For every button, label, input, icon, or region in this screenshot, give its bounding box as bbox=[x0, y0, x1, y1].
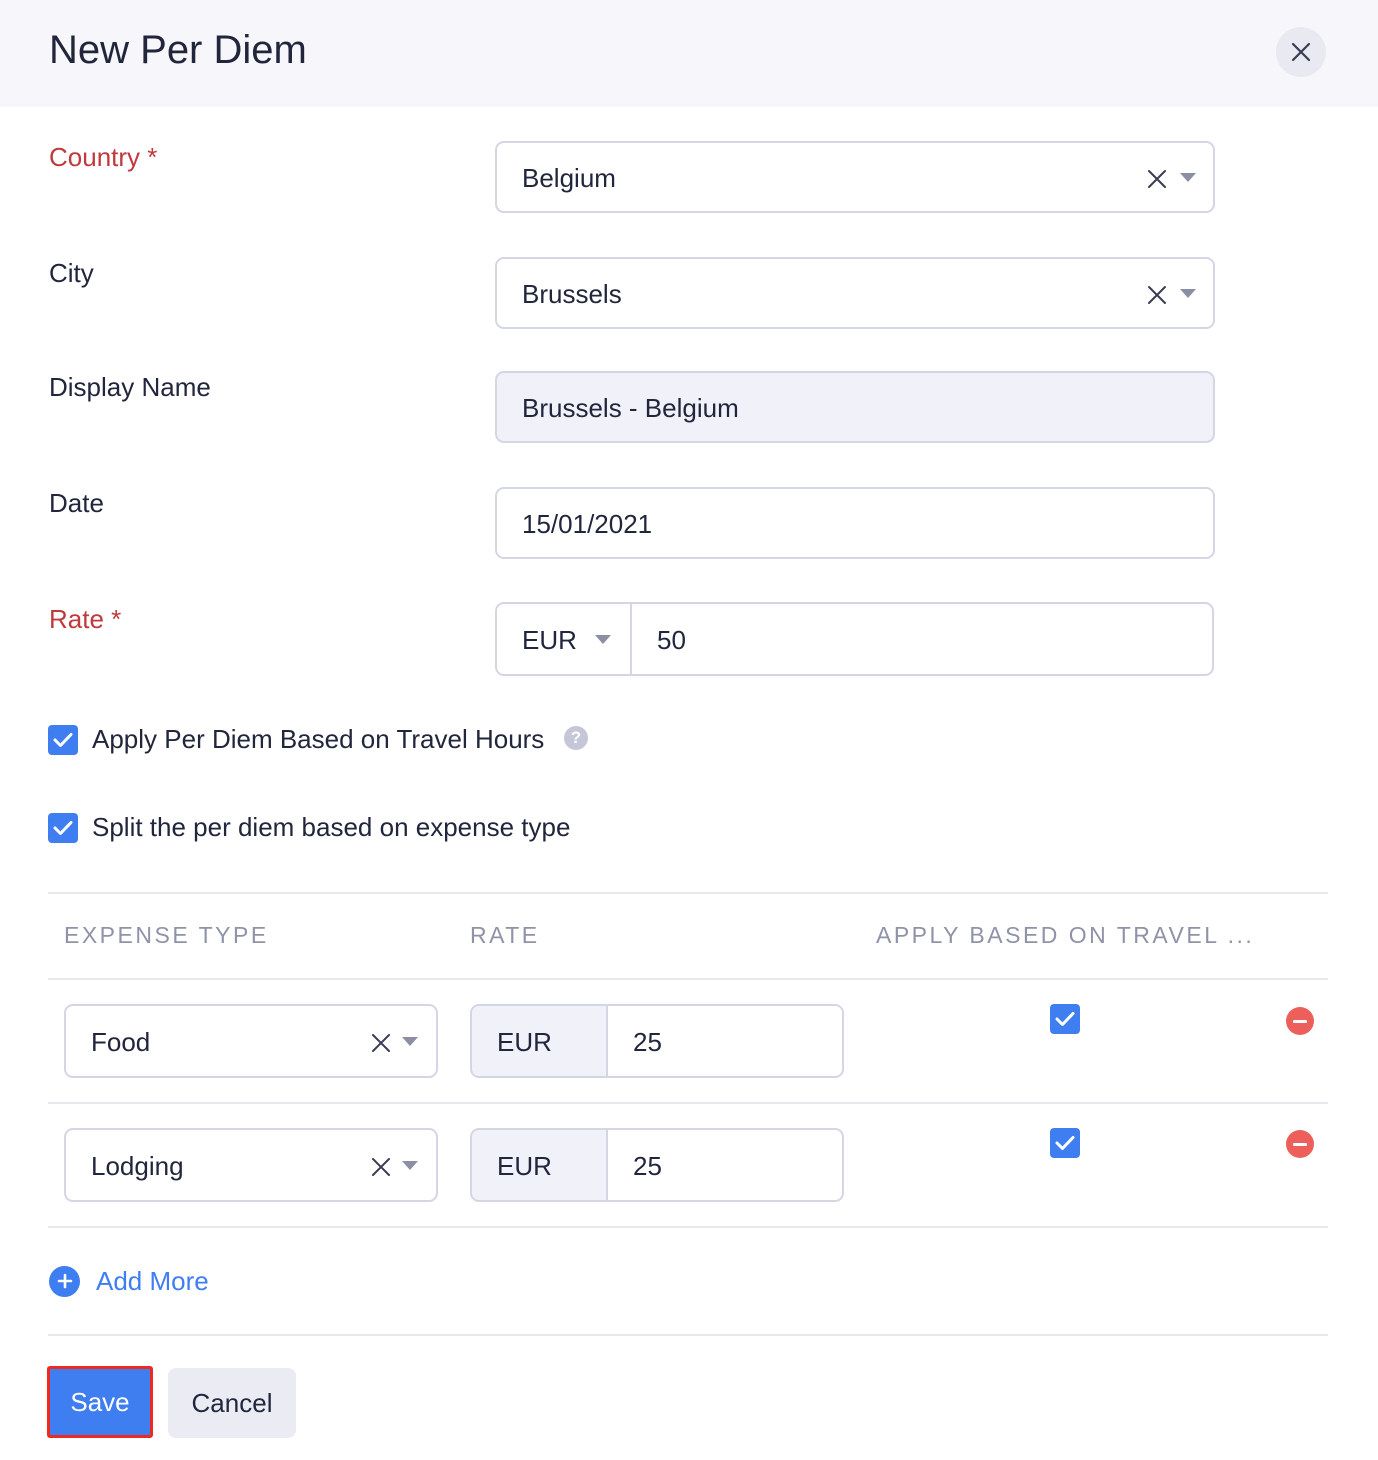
country-value: Belgium bbox=[522, 163, 616, 193]
country-select[interactable]: Belgium bbox=[495, 141, 1215, 213]
dialog-title: New Per Diem bbox=[49, 28, 307, 72]
column-header-rate: RATE bbox=[470, 922, 540, 948]
chevron-down-icon[interactable] bbox=[1180, 173, 1196, 182]
rate-amount-input[interactable]: 50 bbox=[630, 602, 1214, 676]
city-label: City bbox=[49, 258, 94, 288]
row-currency: EUR bbox=[470, 1128, 608, 1202]
rate-currency-select[interactable]: EUR bbox=[495, 602, 632, 676]
row-currency-value: EUR bbox=[497, 1151, 552, 1181]
cancel-button[interactable]: Cancel bbox=[168, 1368, 296, 1438]
divider bbox=[48, 1226, 1328, 1228]
row-currency-value: EUR bbox=[497, 1027, 552, 1057]
divider bbox=[48, 1334, 1328, 1336]
display-name-label: Display Name bbox=[49, 372, 211, 402]
clear-icon[interactable] bbox=[370, 1032, 392, 1054]
help-icon[interactable]: ? bbox=[564, 726, 588, 750]
split-expense-type-checkbox[interactable] bbox=[48, 813, 78, 843]
row-rate-input[interactable]: 25 bbox=[606, 1004, 844, 1078]
clear-icon[interactable] bbox=[370, 1156, 392, 1178]
plus-icon bbox=[49, 1265, 80, 1297]
city-select[interactable]: Brussels bbox=[495, 257, 1215, 329]
divider bbox=[48, 1102, 1328, 1104]
rate-amount-value: 50 bbox=[657, 625, 686, 655]
divider bbox=[48, 892, 1328, 894]
apply-travel-hours-label: Apply Per Diem Based on Travel Hours bbox=[92, 724, 545, 754]
divider bbox=[48, 978, 1328, 980]
row-rate-value: 25 bbox=[633, 1151, 662, 1181]
display-name-value: Brussels - Belgium bbox=[522, 393, 739, 423]
date-label: Date bbox=[49, 488, 104, 518]
row-rate-input[interactable]: 25 bbox=[606, 1128, 844, 1202]
remove-icon bbox=[1293, 1142, 1307, 1146]
remove-row-button[interactable] bbox=[1286, 1130, 1314, 1158]
row-apply-travel-checkbox[interactable] bbox=[1050, 1128, 1080, 1158]
check-icon bbox=[53, 733, 73, 747]
row-currency: EUR bbox=[470, 1004, 608, 1078]
expense-type-value: Lodging bbox=[91, 1151, 184, 1181]
column-header-apply-travel: APPLY BASED ON TRAVEL ... bbox=[876, 922, 1255, 948]
chevron-down-icon[interactable] bbox=[1180, 289, 1196, 298]
dialog-header: New Per Diem bbox=[0, 0, 1378, 107]
row-apply-travel-checkbox[interactable] bbox=[1050, 1004, 1080, 1034]
expense-type-select[interactable]: Food bbox=[64, 1004, 438, 1078]
clear-icon[interactable] bbox=[1146, 168, 1168, 190]
city-value: Brussels bbox=[522, 279, 622, 309]
apply-travel-hours-checkbox[interactable] bbox=[48, 725, 78, 755]
country-label: Country * bbox=[49, 142, 158, 172]
row-rate-value: 25 bbox=[633, 1027, 662, 1057]
column-header-expense-type: EXPENSE TYPE bbox=[64, 922, 269, 948]
chevron-down-icon[interactable] bbox=[595, 635, 611, 644]
split-expense-type-label: Split the per diem based on expense type bbox=[92, 812, 571, 842]
expense-type-select[interactable]: Lodging bbox=[64, 1128, 438, 1202]
check-icon bbox=[53, 821, 73, 835]
add-more-label: Add More bbox=[96, 1265, 209, 1296]
expense-type-value: Food bbox=[91, 1027, 151, 1057]
check-icon bbox=[1055, 1136, 1075, 1150]
rate-label: Rate * bbox=[49, 604, 122, 634]
date-value: 15/01/2021 bbox=[522, 509, 653, 539]
remove-row-button[interactable] bbox=[1286, 1007, 1314, 1035]
add-more-button[interactable]: Add More bbox=[49, 1264, 209, 1298]
check-icon bbox=[1055, 1012, 1075, 1026]
chevron-down-icon[interactable] bbox=[402, 1161, 418, 1170]
close-icon bbox=[1291, 42, 1311, 62]
rate-currency-value: EUR bbox=[522, 625, 577, 655]
clear-icon[interactable] bbox=[1146, 284, 1168, 306]
close-button[interactable] bbox=[1276, 27, 1326, 77]
display-name-field: Brussels - Belgium bbox=[495, 371, 1215, 443]
date-input[interactable]: 15/01/2021 bbox=[495, 487, 1215, 559]
save-button[interactable]: Save bbox=[47, 1366, 153, 1438]
remove-icon bbox=[1293, 1019, 1307, 1023]
chevron-down-icon[interactable] bbox=[402, 1037, 418, 1046]
